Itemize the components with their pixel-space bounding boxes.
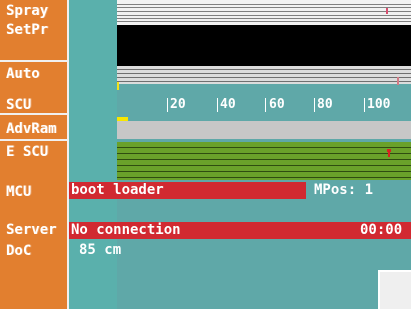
main-panel: 20 40 60 80 100 boot loader MPos: 1 No c… bbox=[69, 0, 411, 309]
server-status-text: No connection bbox=[71, 222, 181, 238]
spray-stripe bbox=[117, 18, 411, 19]
label-column: Spray SetPr Auto SCU AdvRam E SCU MCU Se… bbox=[0, 0, 69, 309]
server-status-bar: No connection 00:00 bbox=[69, 222, 411, 239]
auto-marker bbox=[397, 77, 399, 85]
auto-stripe bbox=[117, 77, 411, 78]
scale-tick-100: 100 bbox=[367, 97, 391, 112]
spray-stripe bbox=[117, 11, 411, 12]
advram-bar bbox=[117, 121, 411, 139]
spray-stripe bbox=[117, 7, 411, 8]
doc-label: DoC bbox=[6, 243, 32, 259]
mcu-status-text: boot loader bbox=[71, 182, 164, 198]
escu-stripe bbox=[117, 177, 411, 178]
label-divider bbox=[0, 60, 69, 62]
scale-divider bbox=[217, 98, 218, 112]
label-divider bbox=[0, 113, 69, 115]
escu-red-marker bbox=[388, 152, 390, 157]
auto-stripe bbox=[117, 69, 411, 70]
scale-tick-80: 80 bbox=[317, 97, 333, 112]
left-teal-block bbox=[69, 0, 117, 309]
mcu-label: MCU bbox=[6, 184, 32, 200]
spray-stripe bbox=[117, 21, 411, 22]
escu-indicator-panel bbox=[117, 142, 411, 180]
scale-tick-40: 40 bbox=[220, 97, 236, 112]
scale-divider bbox=[167, 98, 168, 112]
setpr-label: SetPr bbox=[6, 22, 49, 38]
auto-indicator-panel bbox=[117, 66, 411, 84]
escu-stripe bbox=[117, 171, 411, 172]
corner-button[interactable] bbox=[378, 270, 411, 309]
machine-status-screen: Spray SetPr Auto SCU AdvRam E SCU MCU Se… bbox=[0, 0, 411, 309]
auto-stripe bbox=[117, 81, 411, 82]
doc-value: 85 cm bbox=[79, 242, 122, 258]
auto-yellow-marker bbox=[117, 82, 119, 90]
auto-stripe bbox=[117, 73, 411, 74]
scale-divider bbox=[265, 98, 266, 112]
escu-stripe bbox=[117, 147, 411, 148]
server-time: 00:00 bbox=[360, 222, 403, 238]
scu-label: SCU bbox=[6, 97, 32, 113]
scale-tick-60: 60 bbox=[269, 97, 285, 112]
spray-indicator-panel bbox=[117, 0, 411, 26]
spray-stripe bbox=[117, 15, 411, 16]
escu-stripe bbox=[117, 159, 411, 160]
spray-marker bbox=[386, 8, 388, 14]
escu-stripe bbox=[117, 153, 411, 154]
mcu-mpos: MPos: 1 bbox=[314, 182, 374, 198]
label-divider bbox=[0, 139, 69, 141]
scale-divider bbox=[314, 98, 315, 112]
spray-label: Spray bbox=[6, 3, 49, 19]
escu-stripe bbox=[117, 165, 411, 166]
mcu-status-bar: boot loader bbox=[69, 182, 306, 199]
server-label: Server bbox=[6, 222, 57, 238]
escu-label: E SCU bbox=[6, 144, 49, 160]
advram-label: AdvRam bbox=[6, 121, 57, 137]
scale-divider bbox=[364, 98, 365, 112]
auto-label: Auto bbox=[6, 66, 40, 82]
setpr-display bbox=[117, 25, 411, 66]
spray-stripe bbox=[117, 4, 411, 5]
scale-tick-20: 20 bbox=[170, 97, 186, 112]
